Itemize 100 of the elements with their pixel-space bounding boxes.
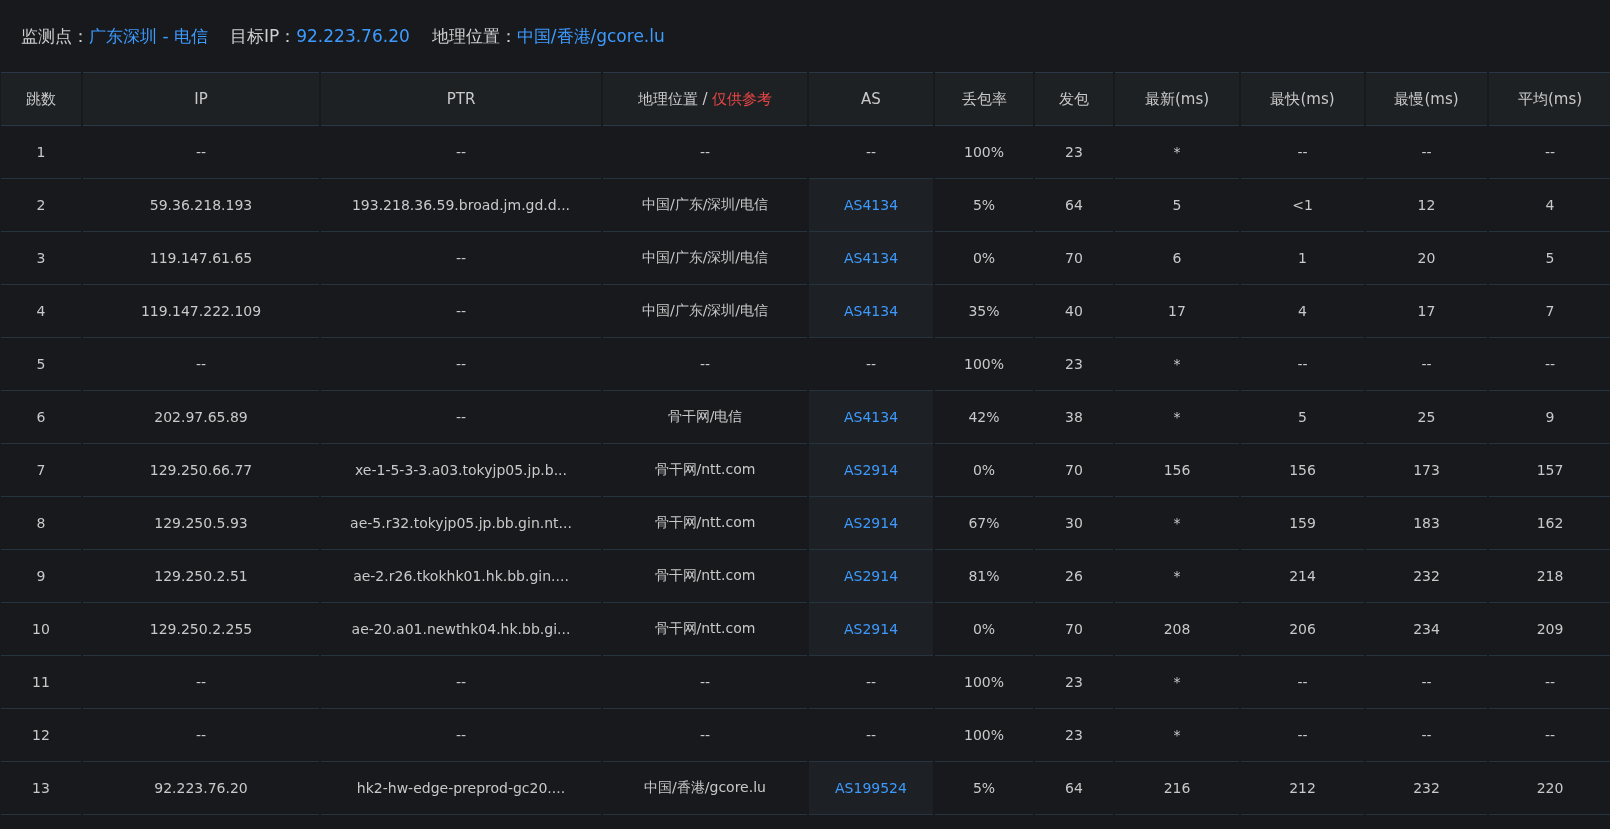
latency-cell: 209: [1489, 603, 1610, 656]
latency-cell: 232: [1366, 762, 1487, 815]
column-header: 最慢(ms): [1366, 72, 1487, 126]
ip-cell: 202.97.65.89: [83, 391, 319, 444]
ip-cell: 129.250.2.255: [83, 603, 319, 656]
ptr-cell: 193.218.36.59.broad.jm.gd.d...: [321, 179, 601, 232]
loss-cell: 0%: [935, 232, 1033, 285]
as-link[interactable]: AS4134: [809, 179, 933, 232]
ptr-cell: --: [321, 338, 601, 391]
loss-cell: 42%: [935, 391, 1033, 444]
as-link[interactable]: AS4134: [809, 285, 933, 338]
loss-cell: 35%: [935, 285, 1033, 338]
latency-cell: --: [1241, 338, 1364, 391]
summary-label: 地理位置：: [431, 25, 517, 46]
location-cell: 骨干网/ntt.com: [603, 603, 807, 656]
sent-cell: 23: [1035, 709, 1113, 762]
ptr-cell: hk2-hw-edge-preprod-gc20....: [321, 762, 601, 815]
latency-cell: 5: [1115, 179, 1239, 232]
latency-cell: 156: [1115, 444, 1239, 497]
latency-cell: 214: [1241, 550, 1364, 603]
ip-cell: 129.250.66.77: [83, 444, 319, 497]
sent-cell: 70: [1035, 444, 1113, 497]
loss-cell: 81%: [935, 550, 1033, 603]
sent-cell: 70: [1035, 603, 1113, 656]
latency-cell: --: [1366, 656, 1487, 709]
sent-cell: 38: [1035, 391, 1113, 444]
location-cell: 骨干网/ntt.com: [603, 444, 807, 497]
latency-cell: *: [1115, 497, 1239, 550]
latency-cell: *: [1115, 126, 1239, 179]
as-link[interactable]: AS4134: [809, 232, 933, 285]
ip-cell: 92.223.76.20: [83, 762, 319, 815]
sent-cell: 40: [1035, 285, 1113, 338]
latency-cell: *: [1115, 338, 1239, 391]
latency-cell: 17: [1115, 285, 1239, 338]
as-cell: --: [809, 656, 933, 709]
ip-cell: --: [83, 709, 319, 762]
latency-cell: --: [1489, 709, 1610, 762]
ptr-cell: ae-20.a01.newthk04.hk.bb.gi...: [321, 603, 601, 656]
column-header: IP: [83, 72, 319, 126]
ptr-cell: --: [321, 709, 601, 762]
latency-cell: 6: [1115, 232, 1239, 285]
sent-cell: 64: [1035, 762, 1113, 815]
latency-cell: *: [1115, 656, 1239, 709]
loss-cell: 0%: [935, 444, 1033, 497]
latency-cell: 17: [1366, 285, 1487, 338]
latency-cell: --: [1241, 709, 1364, 762]
location-cell: 骨干网/ntt.com: [603, 550, 807, 603]
latency-cell: --: [1241, 126, 1364, 179]
loss-cell: 67%: [935, 497, 1033, 550]
latency-cell: 159: [1241, 497, 1364, 550]
hop-cell: 4: [1, 285, 81, 338]
latency-cell: 212: [1241, 762, 1364, 815]
latency-cell: 9: [1489, 391, 1610, 444]
as-link[interactable]: AS2914: [809, 550, 933, 603]
sent-cell: 23: [1035, 338, 1113, 391]
ptr-cell: --: [321, 391, 601, 444]
column-header: PTR: [321, 72, 601, 126]
loss-cell: 100%: [935, 709, 1033, 762]
location-cell: --: [603, 338, 807, 391]
loss-cell: 100%: [935, 126, 1033, 179]
hop-cell: 5: [1, 338, 81, 391]
hop-cell: 7: [1, 444, 81, 497]
sent-cell: 23: [1035, 656, 1113, 709]
hop-cell: 2: [1, 179, 81, 232]
loss-cell: 5%: [935, 179, 1033, 232]
summary-value[interactable]: 中国/香港/gcore.lu: [516, 25, 665, 46]
latency-cell: <1: [1241, 179, 1364, 232]
latency-cell: *: [1115, 550, 1239, 603]
latency-cell: 1: [1241, 232, 1364, 285]
location-cell: --: [603, 709, 807, 762]
summary-label: 监测点：: [21, 25, 89, 46]
column-header: 最快(ms): [1241, 72, 1364, 126]
as-link[interactable]: AS199524: [809, 762, 933, 815]
as-link[interactable]: AS2914: [809, 497, 933, 550]
latency-cell: 5: [1489, 232, 1610, 285]
location-cell: 中国/香港/gcore.lu: [603, 762, 807, 815]
summary-value[interactable]: 92.223.76.20: [296, 25, 410, 46]
ip-cell: --: [83, 126, 319, 179]
latency-cell: 25: [1366, 391, 1487, 444]
latency-cell: 4: [1241, 285, 1364, 338]
hop-cell: 10: [1, 603, 81, 656]
latency-cell: --: [1489, 656, 1610, 709]
loss-cell: 0%: [935, 603, 1033, 656]
ptr-cell: --: [321, 656, 601, 709]
latency-cell: 157: [1489, 444, 1610, 497]
ip-cell: 129.250.2.51: [83, 550, 319, 603]
summary-value[interactable]: 广东深圳 - 电信: [89, 25, 208, 46]
hop-cell: 12: [1, 709, 81, 762]
location-cell: 中国/广东/深圳/电信: [603, 179, 807, 232]
as-link[interactable]: AS2914: [809, 603, 933, 656]
latency-cell: 4: [1489, 179, 1610, 232]
latency-cell: 12: [1366, 179, 1487, 232]
sent-cell: 30: [1035, 497, 1113, 550]
as-link[interactable]: AS4134: [809, 391, 933, 444]
latency-cell: 162: [1489, 497, 1610, 550]
loss-cell: 100%: [935, 656, 1033, 709]
loss-cell: 5%: [935, 762, 1033, 815]
column-header: 最新(ms): [1115, 72, 1239, 126]
latency-cell: 156: [1241, 444, 1364, 497]
as-link[interactable]: AS2914: [809, 444, 933, 497]
